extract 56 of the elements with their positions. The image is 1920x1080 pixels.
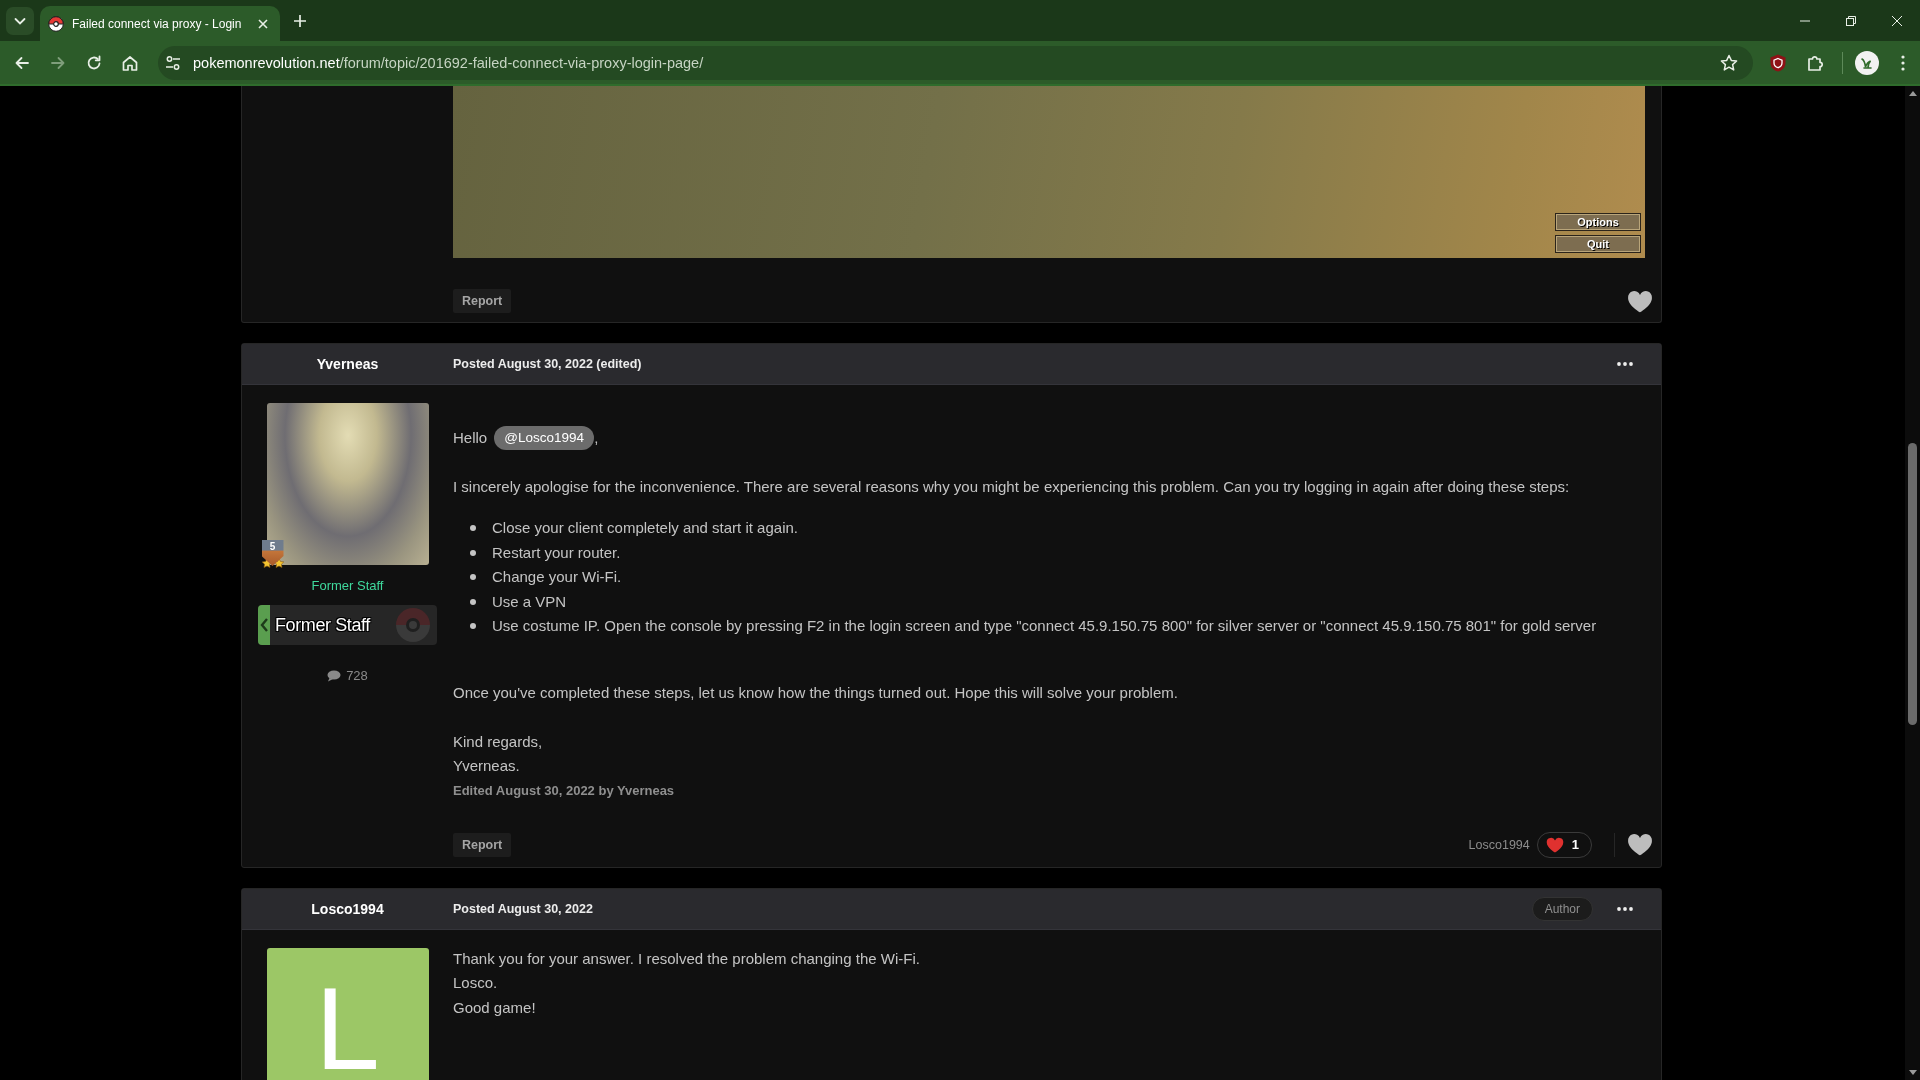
like-heart-icon[interactable] (1627, 289, 1653, 313)
more-options-icon[interactable] (1617, 362, 1633, 366)
text-line: Good game! (453, 997, 536, 1018)
scroll-down-icon[interactable] (1908, 1070, 1917, 1075)
report-button[interactable]: Report (453, 832, 512, 857)
browser-tab[interactable]: Failed connect via proxy - Login (40, 6, 281, 41)
profile-avatar-icon[interactable] (1855, 50, 1879, 75)
bullet-icon (470, 549, 476, 556)
more-options-icon[interactable] (1617, 906, 1633, 911)
bullet-icon (470, 574, 476, 581)
reaction-user[interactable]: Losco1994 (1468, 837, 1530, 852)
like-heart-icon[interactable] (1627, 833, 1653, 856)
greeting-text: Hello @Losco1994 , (453, 426, 1645, 450)
scrollbar-thumb[interactable] (1908, 443, 1917, 725)
list-item-text: Use costume IP. Open the console by pressing F2 in the login screen and type "connect 45.9.150.75 800" for silver server or "connect 45.9.150.75 801" for gold server (492, 616, 1597, 636)
text-line: Yverneas. (453, 756, 520, 776)
new-tab-icon[interactable] (292, 12, 309, 29)
banner-text: Former Staff (275, 614, 370, 636)
group-title: Former Staff (311, 577, 384, 595)
author-name[interactable]: Losco1994 (311, 900, 384, 917)
paragraph-text: I sincerely apologise for the inconvenience. There are several reasons why you might be experiencing this problem. Can you try logging in again after doing these steps: (453, 477, 1571, 497)
author-badge: Author (1531, 896, 1593, 921)
scroll-up-icon[interactable] (1908, 91, 1917, 96)
bullet-icon (470, 525, 476, 532)
heart-icon (1545, 836, 1564, 853)
paragraph-text: Once you've completed these steps, let us know how the things turned out. Hope this will solve your problem. (453, 682, 1179, 703)
list-item-text: Use a VPN (492, 591, 567, 612)
shield-extension-icon[interactable] (1768, 52, 1788, 73)
bookmark-star-icon[interactable] (1719, 52, 1739, 73)
rank-badge: 5 (261, 540, 284, 566)
post-date: Posted August 30, 2022 (edited) (453, 357, 642, 371)
list-item-text: Restart your router. (492, 542, 621, 563)
bullet-icon (470, 598, 476, 605)
rank-stars-icon (260, 558, 285, 568)
avatar-image[interactable] (266, 403, 429, 565)
address-bar[interactable]: pokemonrevolution.net/forum/topic/201692-failed-connect-via-proxy-login-page/ (158, 45, 1753, 80)
list-item-text: Change your Wi-Fi. (492, 567, 622, 587)
author-name[interactable]: Yverneas (316, 356, 379, 372)
close-window-icon[interactable] (1892, 15, 1902, 26)
edit-note: Edited August 30, 2022 by Yverneas (453, 781, 676, 800)
pokeball-icon (48, 15, 64, 32)
site-settings-icon[interactable] (164, 53, 182, 72)
scrollbar[interactable] (1905, 86, 1920, 1080)
post-date: Posted August 30, 2022 (453, 901, 593, 916)
list-item-text: Close your client completely and start it again. (492, 518, 798, 538)
menu-icon[interactable] (1901, 54, 1905, 71)
post-count: 728 (346, 667, 368, 685)
text-line: Thank you for your answer. I resolved the problem changing the Wi-Fi. (453, 948, 920, 969)
text-line: Kind regards, (453, 731, 543, 752)
restore-icon[interactable] (1846, 15, 1856, 26)
bullet-icon (470, 623, 476, 630)
mention-link[interactable]: @Losco1994 (494, 426, 595, 450)
speech-bubble-icon (327, 670, 342, 682)
report-button[interactable]: Report (453, 289, 512, 313)
text-line: Losco. (453, 973, 498, 993)
tab-search-icon[interactable] (6, 7, 34, 35)
